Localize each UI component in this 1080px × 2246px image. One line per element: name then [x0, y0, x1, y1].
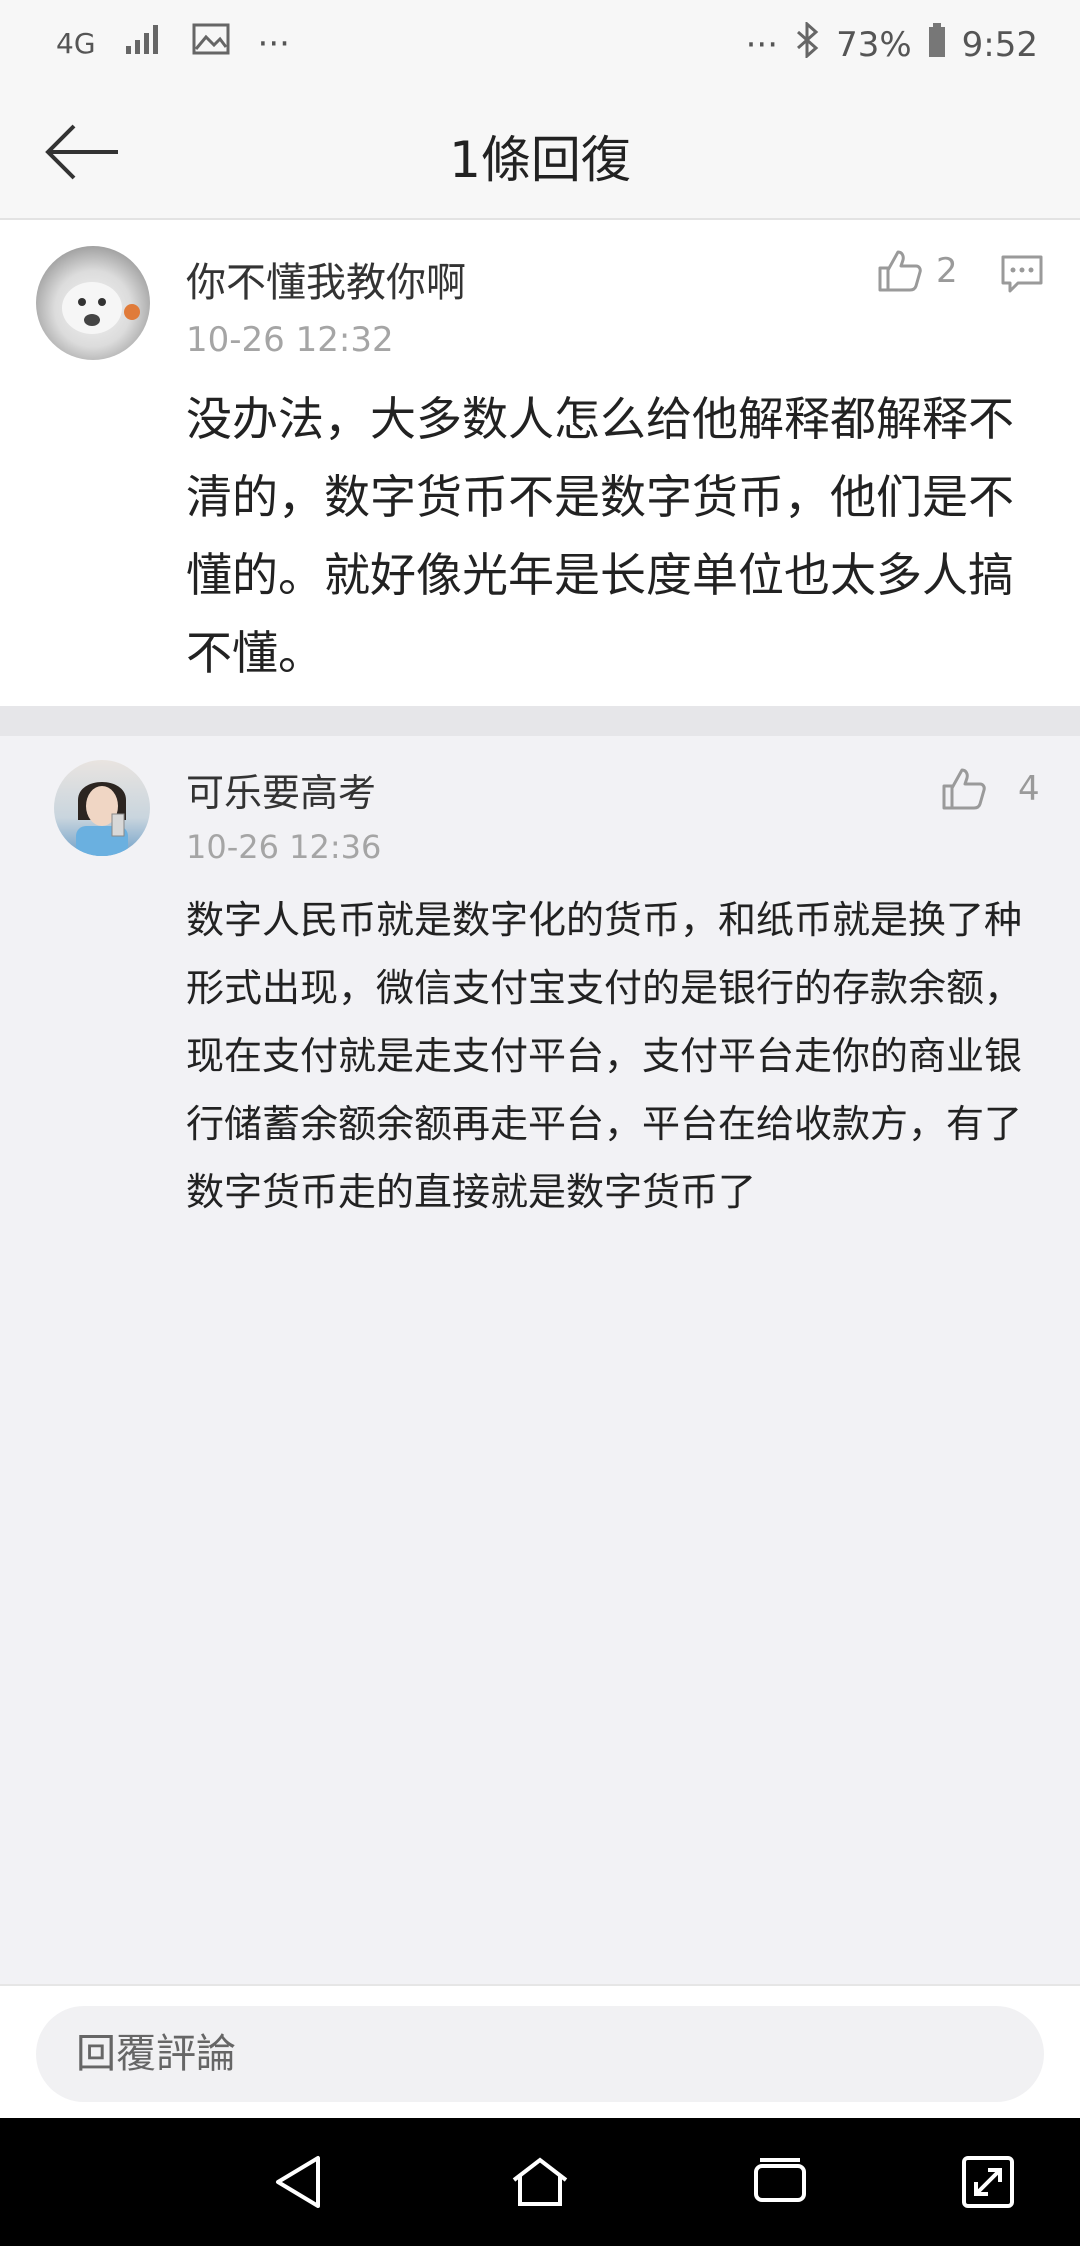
- more-status: ···: [745, 24, 779, 65]
- nav-recents-button[interactable]: [750, 2152, 810, 2212]
- home-icon: [512, 2157, 568, 2206]
- recents-icon: [754, 2158, 806, 2202]
- image-icon: [192, 23, 230, 64]
- timestamp: 10-26 12:32: [186, 320, 394, 360]
- like-button[interactable]: 4: [940, 766, 1040, 812]
- like-button[interactable]: 2: [876, 248, 958, 294]
- main-comment: 你不懂我教你啊 10-26 12:32 2 没办法，大多数人怎么给他解释都解释不…: [0, 220, 1080, 706]
- nav-home-button[interactable]: [510, 2152, 570, 2212]
- battery-percent: 73%: [836, 24, 912, 65]
- username[interactable]: 可乐要高考: [186, 762, 376, 817]
- reply-button[interactable]: [1000, 254, 1044, 298]
- bluetooth-icon: [794, 20, 820, 67]
- username[interactable]: 你不懂我教你啊: [186, 250, 466, 308]
- comment-icon: [1001, 255, 1043, 293]
- like-count: 4: [1018, 769, 1040, 809]
- reply-comment: 可乐要高考 10-26 12:36 4 数字人民币就是数字化的货币，和纸币就是换…: [0, 736, 1080, 1296]
- system-nav-bar: [0, 2118, 1080, 2246]
- top-header: 1條回復: [0, 90, 1080, 220]
- nav-expand-button[interactable]: [958, 2152, 1018, 2212]
- expand-icon: [962, 2156, 1014, 2208]
- avatar[interactable]: [36, 246, 150, 360]
- like-count: 2: [936, 251, 958, 291]
- network-indicator: 4G: [56, 27, 96, 60]
- triangle-back-icon: [276, 2156, 320, 2208]
- section-divider: [0, 706, 1080, 736]
- avatar[interactable]: [54, 760, 150, 856]
- reply-text: 数字人民币就是数字化的货币，和纸币就是换了种形式出现，微信支付宝支付的是银行的存…: [186, 898, 1023, 1214]
- more-notifications: ···: [257, 23, 290, 64]
- battery-icon: [928, 22, 946, 67]
- timestamp: 10-26 12:36: [186, 828, 382, 866]
- thumbs-up-icon: [878, 250, 922, 292]
- clock: 9:52: [961, 24, 1038, 65]
- signal-icon: [124, 22, 164, 65]
- page-title: 1條回復: [449, 131, 631, 189]
- nav-back-button[interactable]: [270, 2152, 330, 2212]
- reply-input[interactable]: 回覆評論: [36, 2006, 1044, 2102]
- reply-input-bar: 回覆評論: [0, 1984, 1080, 2120]
- status-bar: 4G ··· ··· 73% 9:52: [0, 0, 1080, 90]
- comment-text: 没办法，大多数人怎么给他解释都解释不清的，数字货币不是数字货币，他们是不懂的。就…: [186, 392, 1014, 680]
- thumbs-up-icon: [942, 768, 986, 810]
